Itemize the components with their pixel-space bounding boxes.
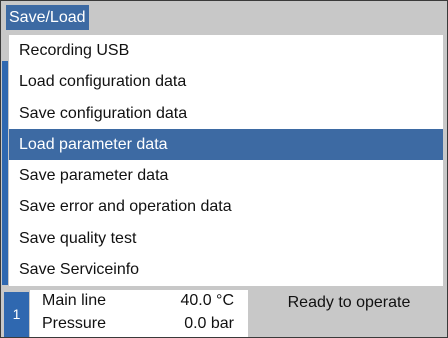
measurement-panel: Main line 40.0 °C Pressure 0.0 bar [30, 290, 248, 337]
menu-list: Recording USB Load configuration data Sa… [9, 35, 443, 286]
operating-status-text: Ready to operate [287, 294, 411, 311]
pressure-label: Pressure [42, 315, 107, 332]
temperature-value: 40.0 °C [180, 292, 234, 309]
page-title: Save/Load [6, 5, 89, 30]
channel-number-badge: 1 [4, 292, 29, 337]
save-load-menu: Recording USB Load configuration data Sa… [1, 33, 447, 286]
menu-item-load-parameter-data[interactable]: Load parameter data [9, 128, 443, 161]
title-bar: Save/Load [1, 1, 447, 33]
status-bar: 1 Main line 40.0 °C Pressure 0.0 bar Rea… [1, 288, 447, 337]
menu-item-save-parameter-data[interactable]: Save parameter data [9, 160, 443, 191]
pressure-value: 0.0 bar [184, 315, 234, 332]
menu-item-load-configuration-data[interactable]: Load configuration data [9, 66, 443, 97]
device-screen: Save/Load Recording USB Load configurati… [0, 0, 448, 338]
main-line-label: Main line [42, 292, 107, 309]
menu-item-save-serviceinfo[interactable]: Save Serviceinfo [9, 254, 443, 285]
menu-item-save-quality-test[interactable]: Save quality test [9, 223, 443, 254]
menu-item-save-error-and-operation-data[interactable]: Save error and operation data [9, 191, 443, 222]
menu-item-save-configuration-data[interactable]: Save configuration data [9, 98, 443, 129]
menu-accent-bar [2, 61, 8, 285]
menu-item-recording-usb[interactable]: Recording USB [9, 35, 443, 66]
